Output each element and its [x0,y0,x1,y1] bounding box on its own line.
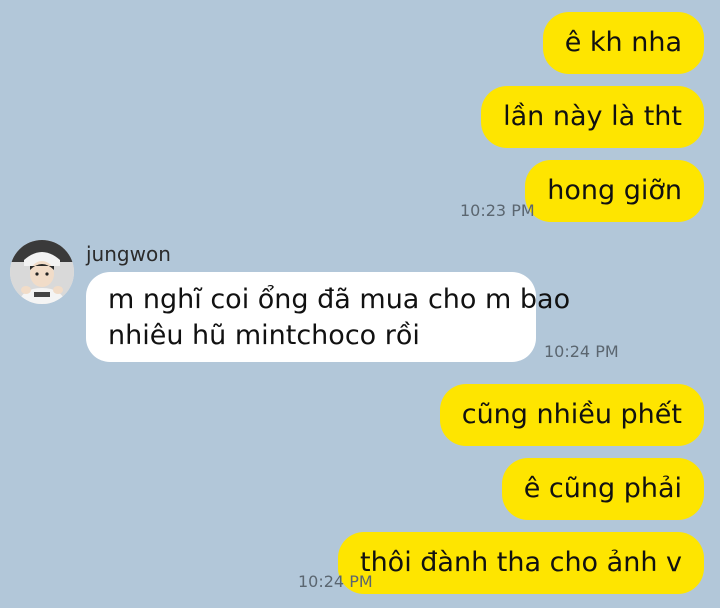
message-timestamp: 10:24 PM [544,342,619,361]
outgoing-message[interactable]: cũng nhiều phết [439,384,704,446]
outgoing-message[interactable]: ê cũng phải [501,458,704,520]
outgoing-message[interactable]: thôi đành tha cho ảnh v [337,532,704,594]
message-timestamp: 10:23 PM [460,201,535,220]
incoming-message-line: m nghĩ coi ổng đã mua cho m bao [108,284,571,315]
outgoing-message[interactable]: ê kh nha [542,12,704,74]
message-timestamp: 10:24 PM [298,572,373,591]
incoming-message-line: nhiêu hũ mintchoco rồi [108,320,420,351]
outgoing-message[interactable]: lần này là tht [481,86,704,148]
sender-name[interactable]: jungwon [86,242,171,266]
sender-avatar[interactable] [10,240,74,304]
avatar-image [10,240,74,304]
incoming-message[interactable]: m nghĩ coi ổng đã mua cho m bao nhiêu hũ… [86,272,571,362]
chat-window: ê kh nha lần này là tht hong giỡn 10:23 … [0,0,720,608]
outgoing-message[interactable]: hong giỡn [525,160,704,222]
